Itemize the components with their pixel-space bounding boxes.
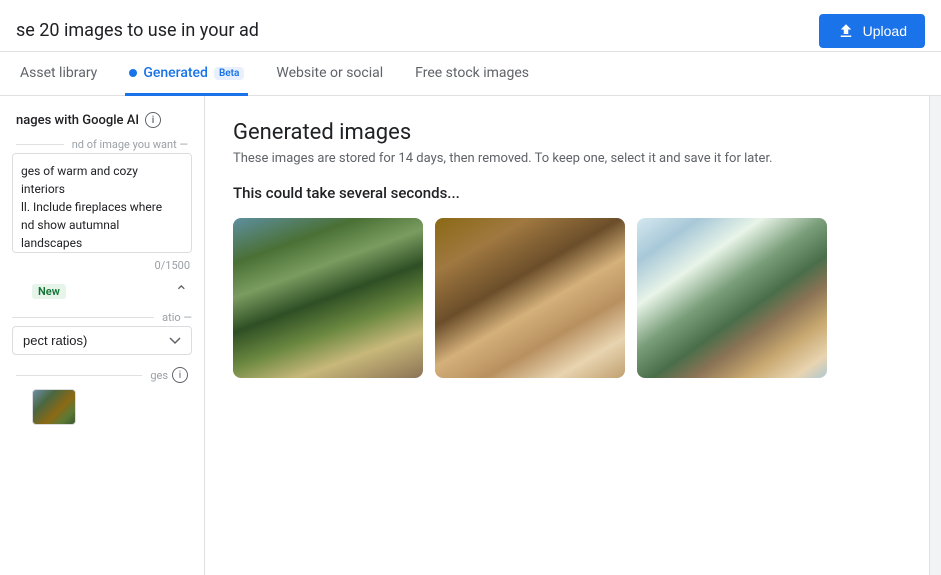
generated-image-2[interactable]	[435, 218, 625, 378]
new-badge: New	[32, 284, 66, 299]
reference-image[interactable]	[32, 389, 76, 425]
tab-website-label: Website or social	[276, 65, 383, 81]
upload-label: Upload	[863, 23, 907, 39]
tab-free-stock-images[interactable]: Free stock images	[411, 53, 533, 96]
char-count: 0/1500	[0, 257, 204, 272]
reference-image-container	[0, 385, 204, 433]
main-layout: nages with Google AI i nd of image you w…	[0, 96, 941, 575]
tab-generated-label: Generated	[143, 65, 208, 81]
generated-images-title: Generated images	[233, 120, 901, 145]
tab-website-or-social[interactable]: Website or social	[272, 53, 387, 96]
tab-bar: Asset library Generated Beta Website or …	[0, 52, 941, 96]
top-header: se 20 images to use in your ad Upload	[0, 0, 941, 52]
info-icon[interactable]: i	[145, 112, 161, 128]
prompt-textarea[interactable]	[12, 153, 192, 253]
generated-image-1[interactable]	[233, 218, 423, 378]
beta-badge: Beta	[214, 67, 244, 80]
upload-button[interactable]: Upload	[819, 14, 925, 48]
loading-text: This could take several seconds...	[233, 184, 901, 202]
tab-asset-library[interactable]: Asset library	[16, 53, 101, 96]
left-sidebar: nages with Google AI i nd of image you w…	[0, 96, 205, 575]
generated-images-subtitle: These images are stored for 14 days, the…	[233, 151, 901, 166]
prompt-label: nd of image you want —	[0, 132, 204, 153]
images-info-icon[interactable]: i	[172, 367, 188, 383]
aspect-ratio-select[interactable]: pect ratios) 1:1 (Square) 16:9 (Landscap…	[12, 326, 192, 355]
generated-image-3[interactable]	[637, 218, 827, 378]
tab-asset-library-label: Asset library	[20, 65, 97, 81]
sidebar-ai-title: nages with Google AI i	[0, 108, 204, 132]
upload-icon	[837, 22, 855, 40]
page-title: se 20 images to use in your ad	[16, 20, 259, 41]
aspect-ratio-section: atio — pect ratios) 1:1 (Square) 16:9 (L…	[0, 311, 204, 363]
aspect-ratio-label: atio —	[12, 311, 192, 324]
active-dot-icon	[129, 69, 137, 77]
sidebar-ai-title-text: nages with Google AI	[16, 113, 139, 128]
new-badge-row: New ⌃	[0, 272, 204, 311]
right-strip	[929, 96, 941, 575]
tab-generated[interactable]: Generated Beta	[125, 53, 248, 96]
collapse-icon[interactable]: ⌃	[175, 282, 188, 301]
main-content: Generated images These images are stored…	[205, 96, 929, 575]
images-grid	[233, 218, 901, 378]
tab-free-stock-label: Free stock images	[415, 65, 529, 81]
images-label: ges i	[0, 363, 204, 385]
